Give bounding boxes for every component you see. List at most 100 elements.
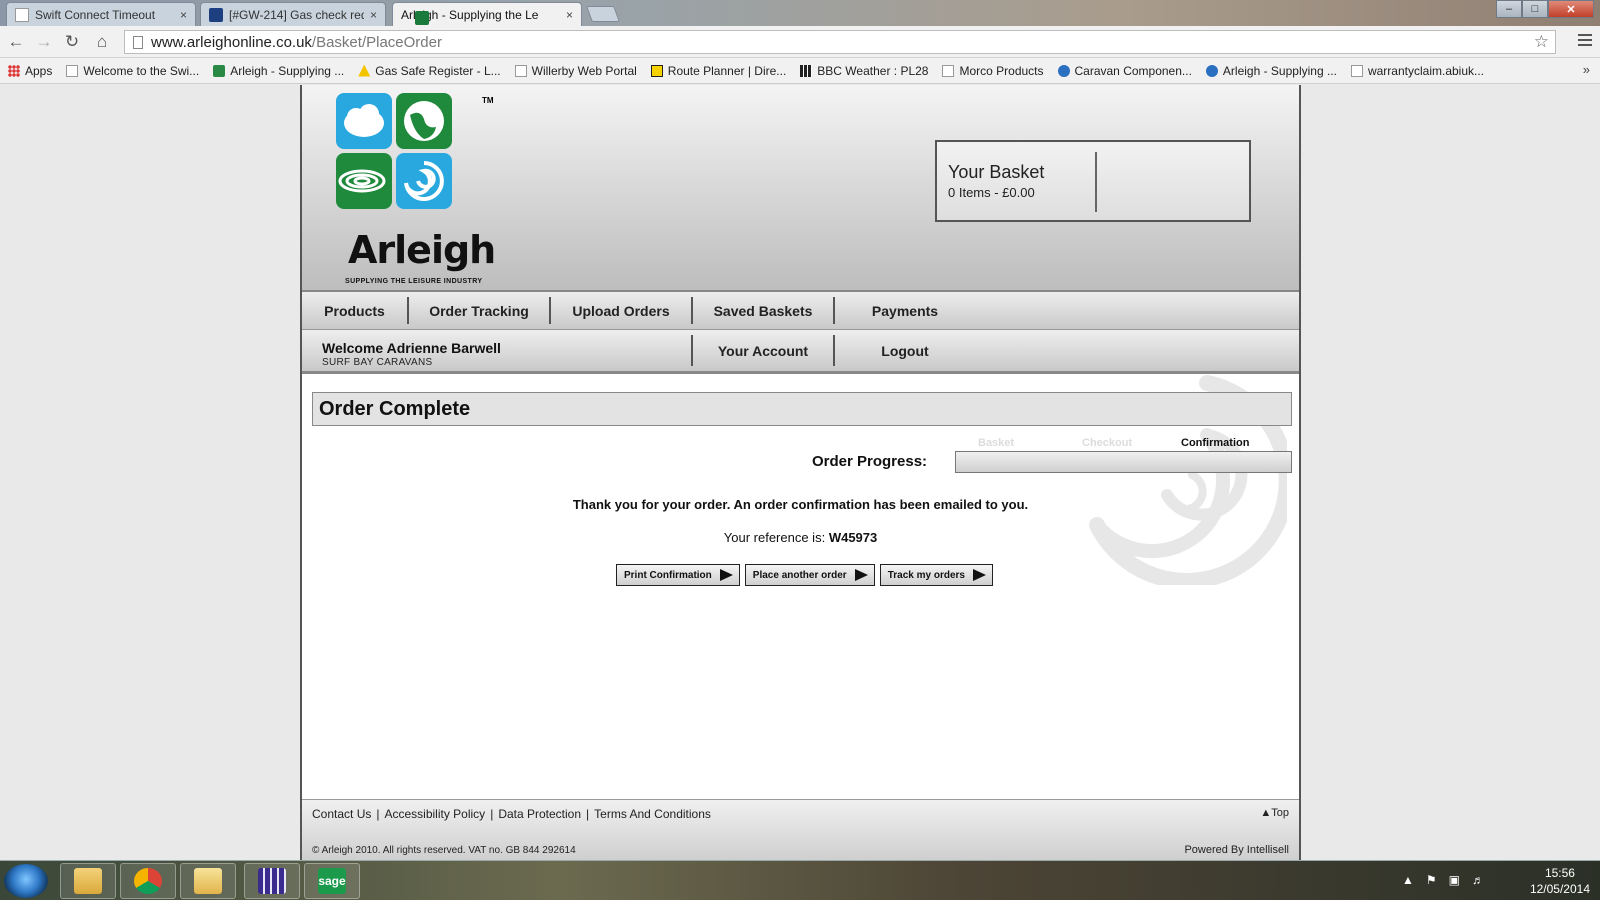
bookmark-label: Arleigh - Supplying ... xyxy=(1222,63,1337,78)
windows-taskbar: sage ▲⚑▣♬ 15:56 12/05/2014 xyxy=(0,860,1600,900)
basket-title: Your Basket xyxy=(948,162,1045,182)
bookmark-label: Route Planner | Dire... xyxy=(667,63,787,78)
basket-count: 0 Items - £0.00 xyxy=(948,185,1035,200)
taskbar-chrome[interactable] xyxy=(120,863,176,899)
bookmark-label: Caravan Componen... xyxy=(1074,63,1192,78)
powered-by-link[interactable]: Powered By Intellisell xyxy=(1184,844,1289,856)
taskbar-explorer[interactable] xyxy=(60,863,116,899)
nav-products[interactable]: Products xyxy=(302,292,407,329)
site-footer: Contact Us | Accessibility Policy | Data… xyxy=(302,799,1299,860)
footer-link-contact[interactable]: Contact Us xyxy=(312,807,371,821)
action-buttons: Print Confirmation Place another order T… xyxy=(616,564,998,586)
footer-separator: | xyxy=(490,807,494,821)
bookmark-arleigh-2[interactable]: Arleigh - Supplying ... xyxy=(1205,63,1337,78)
tab-label: [#GW-214] Gas check requ xyxy=(229,7,364,22)
system-clock[interactable]: 15:56 12/05/2014 xyxy=(1530,865,1590,897)
system-tray-icons[interactable]: ▲⚑▣♬ xyxy=(1402,873,1496,887)
rings-icon xyxy=(336,153,392,209)
folder-icon xyxy=(74,868,102,894)
close-window-button[interactable]: ✕ xyxy=(1548,0,1594,18)
bookmark-morco[interactable]: Morco Products xyxy=(942,64,1044,78)
tab-label: Swift Connect Timeout xyxy=(35,7,156,22)
footer-link-accessibility[interactable]: Accessibility Policy xyxy=(384,807,485,821)
address-bar[interactable]: www.arleighonline.co.uk/Basket/PlaceOrde… xyxy=(124,30,1556,54)
bookmark-bbc-weather[interactable]: BBC Weather : PL28 xyxy=(800,64,928,78)
tab-gas-check[interactable]: [#GW-214] Gas check requ × xyxy=(200,2,386,26)
browser-toolbar: ← → ↻ ⌂ www.arleighonline.co.uk/Basket/P… xyxy=(0,26,1600,58)
aa-icon xyxy=(650,64,663,77)
nav-order-tracking[interactable]: Order Tracking xyxy=(409,292,549,329)
thank-you-message: Thank you for your order. An order confi… xyxy=(572,497,1029,512)
bookmark-apps[interactable]: Apps xyxy=(8,64,52,78)
morco-icon xyxy=(942,64,955,77)
back-to-top-link[interactable]: ▲Top xyxy=(1260,807,1289,819)
bbc-icon xyxy=(800,64,813,77)
arleigh-swirl-icon xyxy=(1205,64,1218,77)
page-title: Order Complete xyxy=(312,392,1292,426)
tab-arleigh[interactable]: Arleigh - Supplying the Le × xyxy=(392,2,582,26)
arleigh-logo[interactable]: TM Arleigh SUPPLYING THE LEISURE INDUSTR… xyxy=(324,93,496,288)
footer-separator: | xyxy=(376,807,380,821)
nav-your-account[interactable]: Your Account xyxy=(693,330,833,371)
footer-link-terms[interactable]: Terms And Conditions xyxy=(594,807,711,821)
taskbar-outlook[interactable] xyxy=(180,863,236,899)
site-header: TM Arleigh SUPPLYING THE LEISURE INDUSTR… xyxy=(302,85,1299,290)
bookmark-welcome-swift[interactable]: Welcome to the Swi... xyxy=(66,64,199,78)
site-page: TM Arleigh SUPPLYING THE LEISURE INDUSTR… xyxy=(300,85,1301,860)
start-button[interactable] xyxy=(4,864,48,898)
reference-label: Your reference is: xyxy=(723,530,826,545)
menu-icon[interactable] xyxy=(1578,34,1592,48)
place-another-order-button[interactable]: Place another order xyxy=(744,564,875,586)
nav-payments[interactable]: Payments xyxy=(835,292,975,329)
nav-saved-baskets[interactable]: Saved Baskets xyxy=(693,292,833,329)
footer-link-data-protection[interactable]: Data Protection xyxy=(498,807,581,821)
back-icon[interactable]: ← xyxy=(6,32,26,52)
forward-icon[interactable]: → xyxy=(34,32,54,52)
arleigh-favicon-icon xyxy=(213,64,226,77)
sage-icon: sage xyxy=(318,868,346,894)
bookmark-label: Gas Safe Register - L... xyxy=(375,63,501,78)
more-bookmarks-icon[interactable]: » xyxy=(1583,62,1590,77)
button-label: Place another order xyxy=(752,569,847,581)
tab-close-icon[interactable]: × xyxy=(180,8,187,22)
bookmark-route-planner[interactable]: Route Planner | Dire... xyxy=(650,63,787,78)
bookmark-label: warrantyclaim.abiuk... xyxy=(1367,63,1485,78)
tray-arrow-icon[interactable]: ▲ xyxy=(1402,873,1426,887)
bookmark-label: Arleigh - Supplying ... xyxy=(230,63,345,78)
taskbar-calculator[interactable] xyxy=(244,863,300,899)
page-icon xyxy=(133,35,143,49)
minimize-button[interactable]: – xyxy=(1496,0,1522,18)
reload-icon[interactable]: ↻ xyxy=(62,32,82,52)
arrow-right-icon xyxy=(719,569,733,581)
bookmark-warranty-claim[interactable]: warrantyclaim.abiuk... xyxy=(1350,63,1485,78)
url-path: /Basket/PlaceOrder xyxy=(311,33,442,51)
tab-close-icon[interactable]: × xyxy=(370,8,377,22)
maximize-button[interactable]: □ xyxy=(1522,0,1548,18)
globe-icon xyxy=(396,93,452,149)
bookmark-star-icon[interactable]: ☆ xyxy=(1534,32,1549,52)
tab-close-icon[interactable]: × xyxy=(566,8,573,22)
track-my-orders-button[interactable]: Track my orders xyxy=(879,564,993,586)
progress-step-basket: Basket xyxy=(978,437,1015,449)
basket-summary[interactable]: Your Basket 0 Items - £0.00 xyxy=(935,140,1251,222)
bookmarks-bar: Apps Welcome to the Swi... Arleigh - Sup… xyxy=(0,58,1600,84)
bookmark-willerby[interactable]: Willerby Web Portal xyxy=(514,64,637,78)
nav-upload-orders[interactable]: Upload Orders xyxy=(551,292,691,329)
window-controls: – □ ✕ xyxy=(1496,0,1594,18)
basket-divider xyxy=(1095,152,1097,212)
welcome-block: Welcome Adrienne Barwell SURF BAY CARAVA… xyxy=(322,340,501,368)
bookmark-label: BBC Weather : PL28 xyxy=(817,63,929,78)
home-icon[interactable]: ⌂ xyxy=(92,32,112,52)
order-reference: Your reference is: W45973 xyxy=(302,530,1299,545)
mail-icon xyxy=(194,868,222,894)
cloud-icon xyxy=(336,93,392,149)
bookmark-gas-safe[interactable]: Gas Safe Register - L... xyxy=(358,63,501,78)
new-tab-button[interactable] xyxy=(586,6,620,22)
print-confirmation-button[interactable]: Print Confirmation xyxy=(616,564,740,586)
tab-swift-connect[interactable]: Swift Connect Timeout × xyxy=(6,2,196,26)
bookmark-arleigh[interactable]: Arleigh - Supplying ... xyxy=(213,64,344,78)
page-icon xyxy=(514,64,527,77)
taskbar-sage[interactable]: sage xyxy=(304,863,360,899)
bookmark-caravan-components[interactable]: Caravan Componen... xyxy=(1057,63,1192,78)
nav-logout[interactable]: Logout xyxy=(835,330,975,371)
